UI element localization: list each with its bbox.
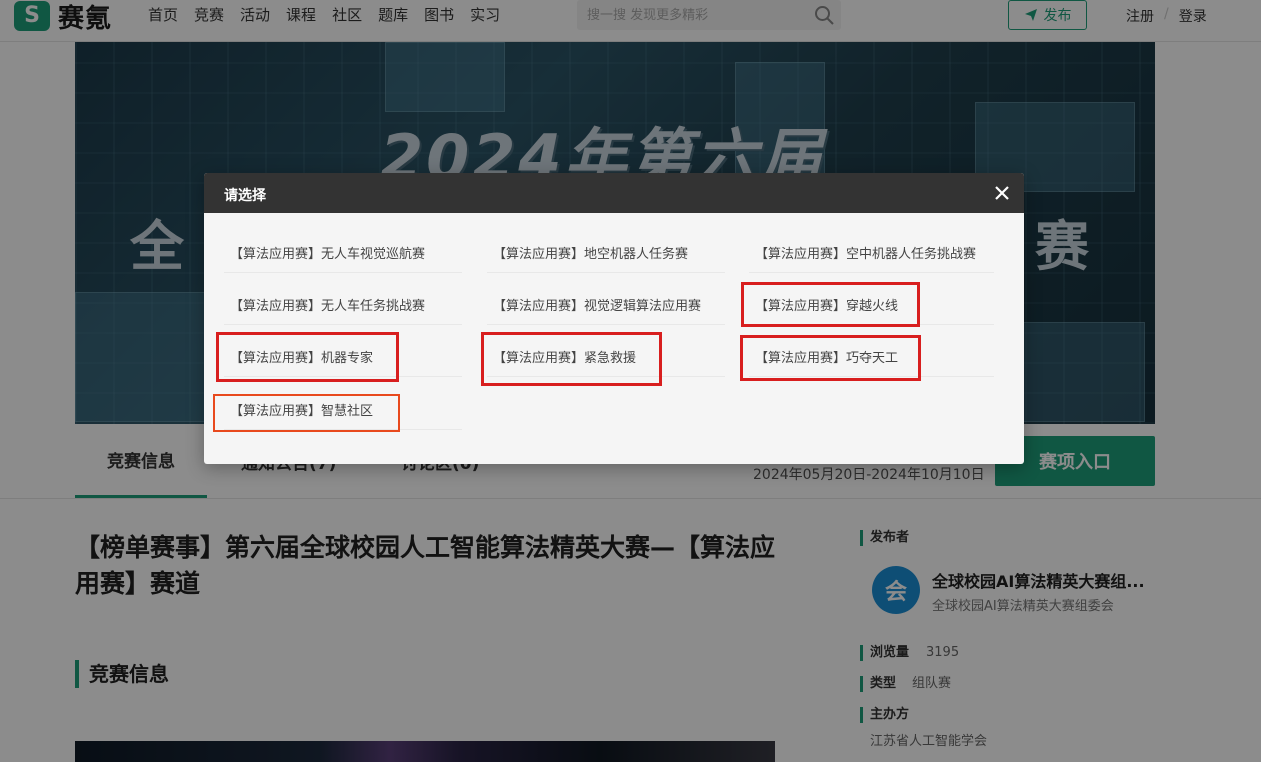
track-option[interactable]: 【算法应用赛】地空机器人任务赛 [487, 233, 725, 273]
track-option[interactable]: 【算法应用赛】无人车视觉巡航赛 [224, 233, 462, 273]
close-icon[interactable] [992, 183, 1012, 203]
track-option[interactable]: 【算法应用赛】无人车任务挑战赛 [224, 285, 462, 325]
track-option[interactable]: 【算法应用赛】穿越火线 [749, 285, 994, 325]
track-option[interactable]: 【算法应用赛】视觉逻辑算法应用赛 [487, 285, 725, 325]
track-option[interactable]: 【算法应用赛】空中机器人任务挑战赛 [749, 233, 994, 273]
track-option[interactable]: 【算法应用赛】巧夺天工 [749, 337, 994, 377]
track-option[interactable]: 【算法应用赛】紧急救援 [487, 337, 725, 377]
modal-title: 请选择 [224, 188, 266, 204]
track-option[interactable]: 【算法应用赛】机器专家 [224, 337, 462, 377]
modal-header: 请选择 [204, 173, 1024, 213]
select-track-modal: 请选择 【算法应用赛】无人车视觉巡航赛 【算法应用赛】地空机器人任务赛 【算法应… [204, 173, 1024, 464]
track-option[interactable]: 【算法应用赛】智慧社区 [224, 390, 462, 430]
